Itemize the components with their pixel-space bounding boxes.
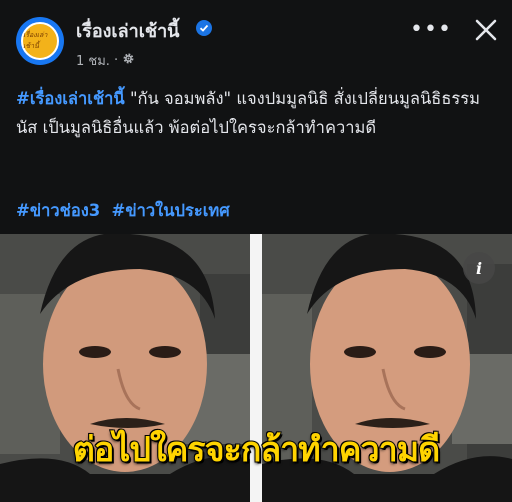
post-header: เรื่องเล่าเช้านี้ เรื่องเล่าเช้านี้ 1 ชม… [0,0,512,80]
post-hashtags: #ข่าวช่อง3 #ข่าวในประเทศ [16,198,236,224]
post-meta: 1 ชม. · [76,50,135,71]
avatar-logo-text: เรื่องเล่าเช้านี้ [23,31,48,50]
meta-separator: · [113,53,119,68]
image-caption: ต่อไปใครจะกล้าทำความดี [72,429,441,471]
avatar-logo: เรื่องเล่าเช้านี้ [21,22,59,60]
verified-badge-icon [196,20,212,36]
info-icon: i [475,258,483,278]
more-dots-icon: ••• [410,17,452,42]
hashtag-link[interactable]: #ข่าวช่อง3 [16,201,100,220]
more-options-button[interactable]: ••• [410,18,451,42]
page-avatar[interactable]: เรื่องเล่าเช้านี้ [16,17,64,65]
page-name-link[interactable]: เรื่องเล่าเช้านี้ [76,16,180,45]
post-message: #เรื่องเล่าเช้านี้ "กัน จอมพลัง" แจงปมมู… [16,84,496,142]
close-button[interactable] [472,16,500,44]
post-timestamp[interactable]: 1 ชม. [76,50,110,71]
hashtag-link[interactable]: #ข่าวในประเทศ [112,201,230,220]
info-button[interactable]: i [463,252,495,284]
hashtag-link[interactable]: #เรื่องเล่าเช้านี้ [16,89,125,108]
close-icon [475,19,497,41]
gear-icon [122,52,135,69]
